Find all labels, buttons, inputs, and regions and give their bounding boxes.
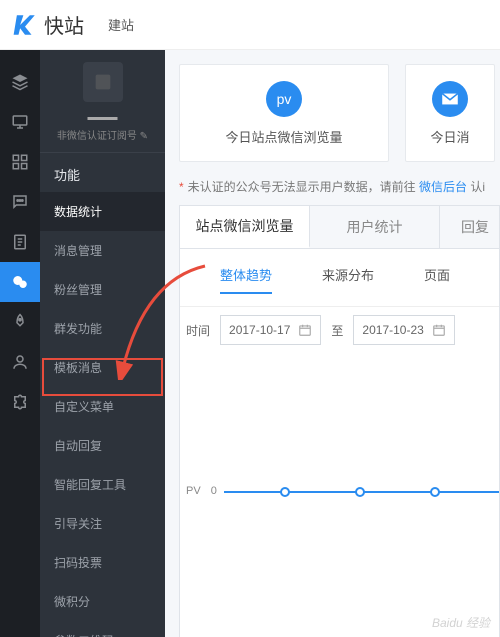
logo-icon — [12, 12, 38, 38]
main-tabs: 站点微信浏览量 用户统计 回复 — [179, 205, 500, 249]
stat-cards: pv 今日站点微信浏览量 今日消 — [179, 64, 500, 162]
chart-tick-0: 0 — [211, 485, 217, 497]
card-mail[interactable]: 今日消 — [405, 64, 495, 162]
rail-rocket-icon[interactable] — [0, 302, 40, 342]
pv-icon: pv — [266, 81, 302, 117]
logo-text: 快站 — [44, 10, 84, 39]
date-to-input[interactable]: 2017-10-23 — [353, 315, 454, 345]
menu-custom-menu[interactable]: 自定义菜单 — [40, 387, 165, 426]
date-label: 时间 — [186, 322, 210, 339]
profile-name: ▬▬▬ — [40, 110, 165, 125]
pv-line-chart: PV 0 — [180, 485, 499, 525]
mail-icon — [432, 81, 468, 117]
chart-point — [280, 487, 290, 497]
menu-guide-follow[interactable]: 引导关注 — [40, 504, 165, 543]
profile-block: ▬▬▬ 非微信认证订阅号 ✎ — [40, 50, 165, 153]
subtab-source[interactable]: 来源分布 — [322, 265, 374, 294]
menu-param-qr[interactable]: 参数二维码 — [40, 621, 165, 637]
rail-layers-icon[interactable] — [0, 62, 40, 102]
tab-user-stats[interactable]: 用户统计 — [310, 206, 440, 248]
sidebar: ▬▬▬ 非微信认证订阅号 ✎ 功能 数据统计 消息管理 粉丝管理 群发功能 模板… — [40, 50, 165, 637]
rail-wechat-icon[interactable] — [0, 262, 40, 302]
rail-monitor-icon[interactable] — [0, 102, 40, 142]
date-to-label: 至 — [331, 322, 343, 339]
main-content: pv 今日站点微信浏览量 今日消 * 未认证的公众号无法显示用户数据，请前往 微信… — [165, 50, 500, 637]
notice-tail: 认i — [467, 180, 485, 194]
menu-points[interactable]: 微积分 — [40, 582, 165, 621]
menu-broadcast[interactable]: 群发功能 — [40, 309, 165, 348]
tab-reply[interactable]: 回复 — [440, 206, 500, 248]
notice-link[interactable]: 微信后台 — [419, 180, 467, 194]
rail-puzzle-icon[interactable] — [0, 382, 40, 422]
chart-ylabel: PV — [186, 485, 201, 497]
logo: 快站 — [12, 10, 84, 39]
menu-template-msg[interactable]: 模板消息 — [40, 348, 165, 387]
app-header: 快站 建站 — [0, 0, 500, 50]
header-tab-build[interactable]: 建站 — [108, 15, 134, 34]
menu-auto-reply[interactable]: 自动回复 — [40, 426, 165, 465]
menu-smart-reply[interactable]: 智能回复工具 — [40, 465, 165, 504]
card-pv[interactable]: pv 今日站点微信浏览量 — [179, 64, 389, 162]
avatar — [83, 62, 123, 102]
rail-grid-icon[interactable] — [0, 142, 40, 182]
watermark: Baidu 经验 — [432, 614, 490, 631]
notice-text: 未认证的公众号无法显示用户数据，请前往 — [188, 180, 419, 194]
date-to-value: 2017-10-23 — [362, 323, 423, 337]
chart-point — [430, 487, 440, 497]
calendar-icon — [298, 323, 312, 337]
date-from-input[interactable]: 2017-10-17 — [220, 315, 321, 345]
rail-doc-icon[interactable] — [0, 222, 40, 262]
auth-notice: * 未认证的公众号无法显示用户数据，请前往 微信后台 认i — [179, 178, 500, 195]
date-from-value: 2017-10-17 — [229, 323, 290, 337]
icon-rail — [0, 50, 40, 637]
subtab-trend[interactable]: 整体趋势 — [220, 265, 272, 294]
menu-scan-vote[interactable]: 扫码投票 — [40, 543, 165, 582]
rail-user-icon[interactable] — [0, 342, 40, 382]
sub-tabs: 整体趋势 来源分布 页面 — [180, 249, 499, 306]
card-mail-label: 今日消 — [430, 127, 469, 146]
menu-message-mgmt[interactable]: 消息管理 — [40, 231, 165, 270]
notice-star: * — [179, 180, 184, 194]
date-range-row: 时间 2017-10-17 至 2017-10-23 — [180, 306, 499, 345]
calendar-icon — [432, 323, 446, 337]
subtab-page[interactable]: 页面 — [424, 265, 450, 294]
profile-tag[interactable]: 非微信认证订阅号 ✎ — [40, 125, 165, 144]
card-pv-label: 今日站点微信浏览量 — [225, 127, 342, 146]
menu-data-stats[interactable]: 数据统计 — [40, 192, 165, 231]
chart-point — [355, 487, 365, 497]
section-title: 功能 — [40, 153, 165, 192]
chart-y-axis: PV 0 — [186, 485, 217, 497]
menu-fans-mgmt[interactable]: 粉丝管理 — [40, 270, 165, 309]
rail-chat-icon[interactable] — [0, 182, 40, 222]
tab-wechat-pv[interactable]: 站点微信浏览量 — [180, 206, 310, 248]
